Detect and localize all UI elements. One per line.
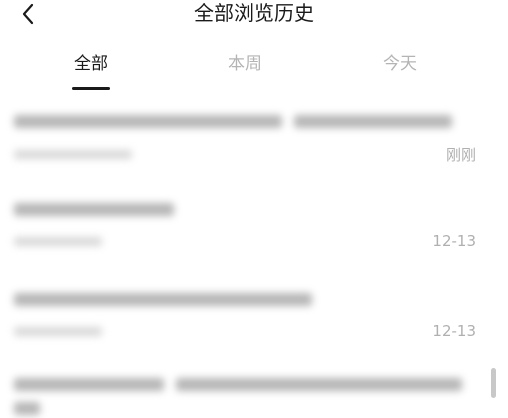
browsing-history-page: 全部浏览历史 全部 本周 今天 刚刚 12-13 12-13 [0, 0, 508, 418]
item-title-redacted [14, 203, 174, 216]
top-bar: 全部浏览历史 [0, 0, 508, 30]
tab-bar: 全部 本周 今天 [0, 52, 508, 92]
active-tab-indicator [72, 87, 110, 90]
item-source-redacted [14, 327, 102, 336]
item-time: 12-13 [432, 232, 476, 250]
item-title-redacted [176, 378, 462, 391]
item-title-redacted [294, 115, 452, 128]
tab-today[interactable]: 今天 [360, 52, 440, 76]
history-item[interactable]: 12-13 [0, 275, 508, 360]
item-time: 刚刚 [445, 146, 476, 164]
item-title-redacted [14, 402, 40, 415]
item-title-redacted [14, 115, 282, 128]
item-title-redacted [14, 378, 164, 391]
item-source-redacted [14, 150, 132, 159]
tab-all[interactable]: 全部 [51, 52, 131, 76]
tab-this-week[interactable]: 本周 [205, 52, 285, 76]
item-source-redacted [14, 237, 102, 246]
history-item[interactable]: 刚刚 [0, 95, 508, 180]
history-item[interactable]: 12-13 [0, 185, 508, 270]
item-time: 12-13 [432, 322, 476, 340]
page-title: 全部浏览历史 [194, 1, 314, 25]
scrollbar[interactable] [491, 368, 496, 398]
item-title-redacted [14, 293, 312, 306]
history-item[interactable] [0, 365, 508, 418]
